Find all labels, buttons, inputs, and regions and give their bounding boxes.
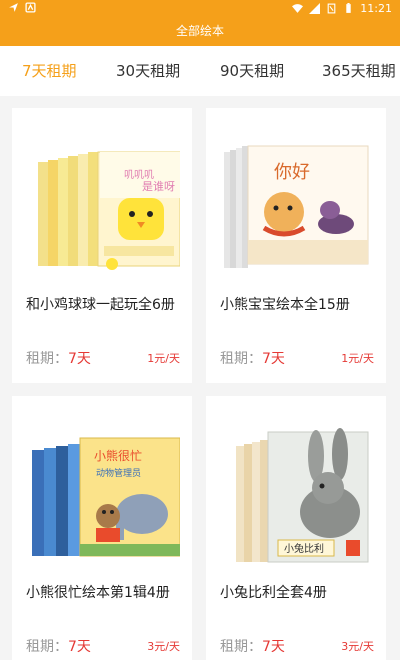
rental-period: 租期：7天 (220, 636, 285, 656)
signal-icon (309, 3, 321, 14)
svg-text:小兔比利: 小兔比利 (284, 542, 324, 555)
daily-price: 1元/天 (341, 352, 374, 365)
book-cover-image: 叽叽叽 是谁呀 (24, 128, 180, 278)
book-title: 小熊很忙绘本第1辑4册 (26, 585, 170, 601)
location-icon (9, 3, 18, 12)
book-card[interactable]: 小兔比利 小兔比利全套4册 租期：7天 3元/天 (206, 396, 386, 660)
battery-icon (346, 3, 351, 13)
book-card[interactable]: 你好 小熊宝宝绘本全15册 租期：7天 1元/天 (206, 108, 386, 383)
rental-period-tabs: 7天租期 30天租期 90天租期 365天租期 (0, 46, 400, 96)
tab-30-days[interactable]: 30天租期 (116, 60, 180, 81)
daily-price: 1元/天 (147, 352, 180, 365)
rental-period: 租期：7天 (26, 348, 91, 368)
daily-price: 3元/天 (341, 640, 374, 653)
rental-period: 租期：7天 (26, 636, 91, 656)
rental-period-label: 租期： (220, 351, 262, 367)
rental-days: 7天 (68, 639, 91, 655)
rental-period: 租期：7天 (220, 348, 285, 368)
book-card[interactable]: 小熊很忙 动物管理员 小熊很忙绘本第1辑4册 租期：7天 3元/天 (12, 396, 192, 660)
svg-text:你好: 你好 (274, 162, 310, 183)
app-header: 11:21 全部绘本 (0, 0, 400, 46)
status-time: 11:21 (360, 2, 392, 15)
tab-365-days[interactable]: 365天租期 (322, 60, 396, 81)
rental-days: 7天 (262, 639, 285, 655)
tab-7-days[interactable]: 7天租期 (22, 60, 77, 81)
book-card[interactable]: 叽叽叽 是谁呀 和小鸡球球一起玩全6册 租期：7天 1元/天 (12, 108, 192, 383)
app-notification-icon (25, 2, 36, 13)
daily-price: 3元/天 (147, 640, 180, 653)
rental-period-label: 租期： (220, 639, 262, 655)
page-title: 全部绘本 (175, 24, 224, 38)
book-title: 小熊宝宝绘本全15册 (220, 297, 350, 313)
book-cover-image: 你好 (218, 128, 374, 278)
status-bar: 11:21 (0, 0, 400, 18)
sim-icon (327, 3, 336, 14)
rental-days: 7天 (262, 351, 285, 367)
book-title: 小兔比利全套4册 (220, 585, 327, 601)
book-cover-image: 小熊很忙 动物管理员 (24, 416, 180, 566)
book-cover-image: 小兔比利 (218, 416, 374, 566)
svg-text:小熊很忙: 小熊很忙 (94, 448, 142, 463)
rental-days: 7天 (68, 351, 91, 367)
wifi-icon (292, 4, 304, 13)
book-title: 和小鸡球球一起玩全6册 (26, 297, 175, 313)
rental-period-label: 租期： (26, 351, 68, 367)
rental-period-label: 租期： (26, 639, 68, 655)
tab-90-days[interactable]: 90天租期 (220, 60, 284, 81)
svg-text:动物管理员: 动物管理员 (96, 467, 141, 479)
svg-text:是谁呀: 是谁呀 (142, 180, 175, 193)
